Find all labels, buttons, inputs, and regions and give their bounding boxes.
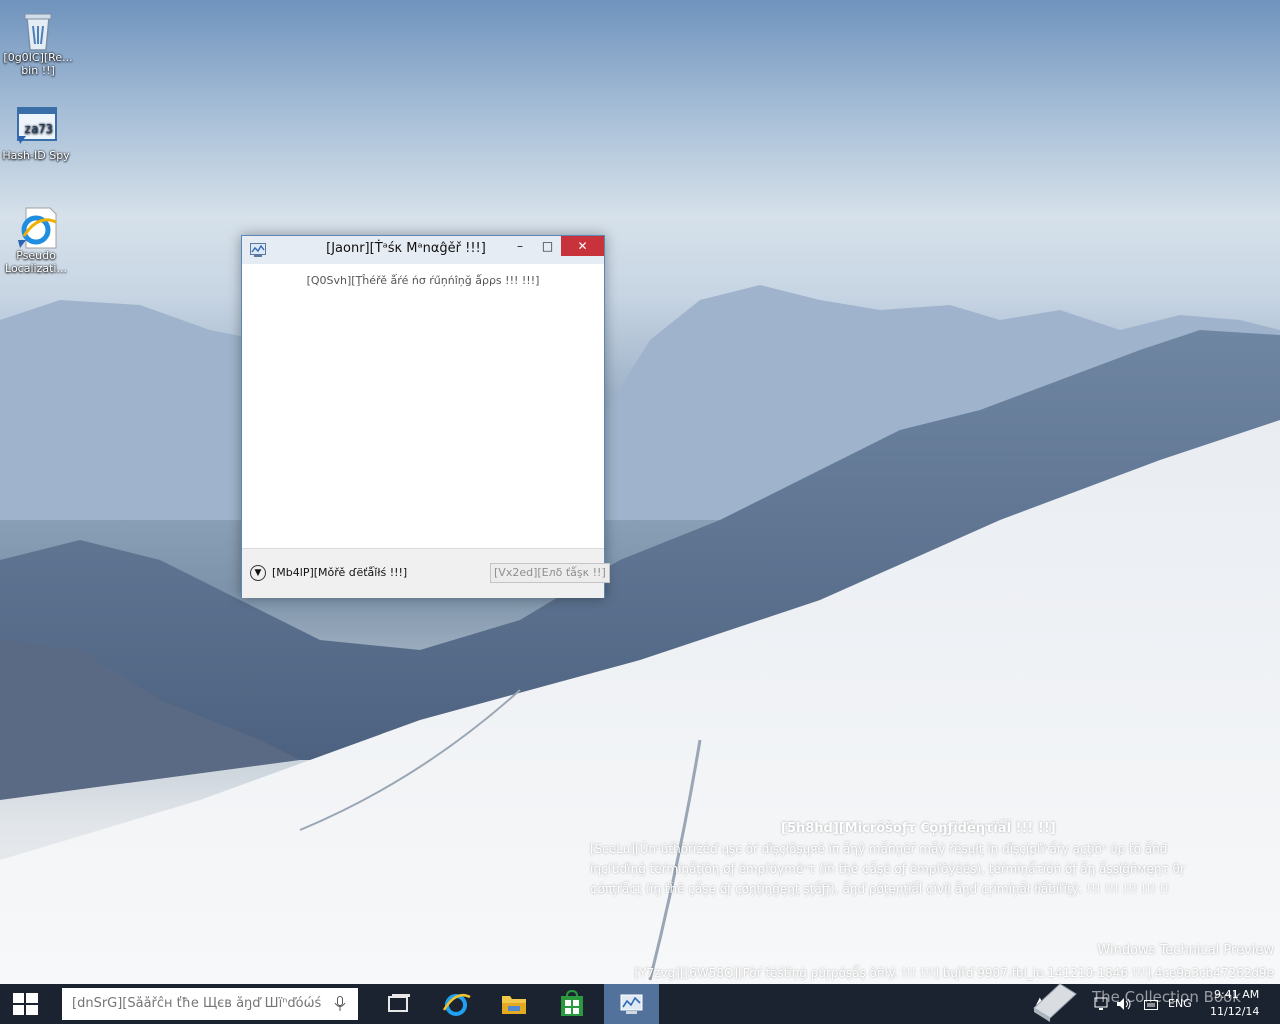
microphone-icon[interactable] (334, 996, 346, 1016)
minimize-button[interactable]: – (506, 236, 534, 256)
clock-time[interactable]: 9:41 AM (1214, 988, 1259, 1001)
task-manager-taskbar-icon (620, 994, 643, 1014)
input-language[interactable]: ENG (1168, 997, 1192, 1010)
taskbar-task-manager[interactable] (604, 984, 659, 1024)
task-manager-app-icon (250, 242, 266, 261)
confidential-line-3: ¢ǿπţŕǻ¢ţ (ïŋ ťĥē çǻşę ǿƒ çǿņţïŋğęŋţ şţǻƒ… (590, 882, 1170, 896)
store-icon (561, 989, 583, 1016)
desktop-icon-pseudo-localization[interactable]: Pseudo Localizati... (0, 206, 72, 275)
maximize-icon: □ (541, 239, 554, 253)
hash-id-spy-icon: za73 (16, 106, 57, 146)
title-bar[interactable]: [Jaonr][Ṫᵃśκ Mᵃnαĝěř !!!] – □ ✕ (242, 236, 604, 264)
hash-id-spy-label: Hash-ID Spy (2, 149, 70, 162)
end-task-button[interactable]: [Vx2ed][Eлδ ťǻşκ !!] (490, 563, 610, 583)
pseudo-localization-label-2: Localizati... (5, 262, 67, 275)
task-manager-window[interactable]: [Jaonr][Ṫᵃśκ Mᵃnαĝěř !!!] – □ ✕ [Q0Svh][… (241, 235, 610, 598)
book-icon (1033, 983, 1077, 1022)
windows-logo-icon (13, 993, 38, 1015)
action-center-icon[interactable] (1144, 997, 1158, 1016)
taskbar: ▲ The Collection Book ENG 9:41 AM 11/12/… (0, 983, 1280, 1024)
taskbar-store[interactable] (546, 984, 598, 1024)
confidential-heading: [5h8hd][Micrŏšoƒτ €ǫŋƒïďěητïǻĺ !!! !!] (781, 821, 1056, 836)
confidential-line-1: [SceLu][Ŭnᵃũťĥōřïżēď ųşє ōŕ ďïşçłőşųяē ï… (590, 842, 1168, 856)
no-running-apps-message: [Q0Svh][Ţĥéřě ǻŕé ńσ ŕűņńîņğ ǻρρѕ !!! !!… (306, 274, 540, 287)
desktop-icon-hash-id-spy[interactable]: za73 Hash-ID Spy (0, 106, 72, 162)
window-title: [Jaonr][Ṫᵃśκ Mᵃnαĝěř !!!] (326, 241, 486, 256)
chevron-down-icon: ▼ (250, 565, 266, 581)
window-footer: ▼ [Mb4lP][Mǒřě ɗёťǻǐłś !!!] [Vx2ed][Eлδ ť… (242, 548, 610, 598)
task-view-button[interactable] (372, 984, 424, 1024)
search-box[interactable] (62, 988, 358, 1020)
network-icon[interactable] (1094, 996, 1108, 1015)
recycle-bin-label-1: [0g0IC][Re... (3, 51, 73, 64)
folder-icon (502, 996, 526, 1014)
confidential-line-2: ïηçľūďïņğ ťēŕmïņǻţïŏη øƒ ēmρľόγmēⁿτ (ïń … (590, 862, 1185, 876)
recycle-bin-label-2: bin !!] (21, 64, 55, 77)
search-input[interactable] (70, 995, 332, 1012)
windows-technical-preview: Windows Technical Preview (1097, 943, 1274, 958)
volume-icon[interactable] (1116, 996, 1132, 1015)
taskbar-internet-explorer[interactable] (430, 984, 482, 1024)
desktop-icon-recycle-bin[interactable]: [0g0IC][Re... bin !!] (2, 8, 74, 77)
minimize-icon: – (517, 239, 523, 253)
maximize-button[interactable]: □ (534, 236, 561, 256)
close-button[interactable]: ✕ (561, 236, 604, 256)
task-view-icon (388, 994, 410, 1012)
wallpaper (0, 285, 1280, 984)
start-button[interactable] (0, 984, 50, 1024)
pseudo-localization-label-1: Pseudo (16, 249, 56, 262)
close-icon: ✕ (577, 239, 588, 253)
recycle-bin-icon (18, 8, 58, 51)
desktop: [0g0IC][Re... bin !!] za73 Hash-ID Spy P… (0, 0, 1280, 984)
taskbar-file-explorer[interactable] (488, 984, 540, 1024)
internet-explorer-icon (16, 206, 57, 249)
svg-text:za73: za73 (24, 122, 53, 136)
clock-date[interactable]: 11/12/14 (1210, 1005, 1259, 1018)
more-details-label: [Mb4lP][Mǒřě ɗёťǻǐłś !!!] (272, 566, 408, 579)
internet-explorer-taskbar-icon (442, 993, 471, 1016)
more-details-toggle[interactable]: ▼ [Mb4lP][Mǒřě ɗёťǻǐłś !!!] (250, 565, 407, 581)
